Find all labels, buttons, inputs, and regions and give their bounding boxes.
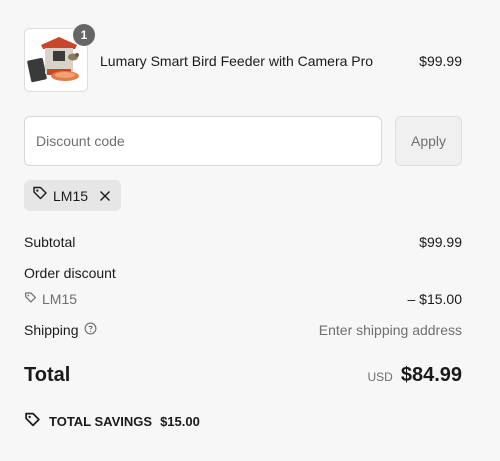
discount-code-input[interactable] [24,116,382,166]
line-item: 1 Lumary Smart Bird Feeder with Camera P… [24,24,462,92]
savings-label: TOTAL SAVINGS [49,413,153,429]
tag-icon [24,291,37,307]
apply-button[interactable]: Apply [395,116,462,166]
applied-discount-chip: LM15 [24,180,121,211]
quantity-badge: 1 [73,24,95,46]
total-label: Total [24,364,71,386]
shipping-row: Shipping Enter shipping address [24,322,462,338]
product-thumbnail: 1 [24,24,95,92]
discount-code-label: LM15 [42,291,78,307]
discount-value: – $15.00 [407,291,463,307]
tag-icon [24,411,41,431]
tag-icon [32,185,48,206]
subtotal-row: Subtotal $99.99 [24,234,462,250]
discount-detail-row: LM15 – $15.00 [24,291,462,307]
total-savings-row: TOTAL SAVINGS $15.00 [24,411,462,431]
total-amount: $84.99 [400,364,462,386]
subtotal-label: Subtotal [24,234,76,250]
order-discount-label: Order discount [24,265,116,281]
shipping-value: Enter shipping address [318,322,462,338]
close-icon[interactable] [99,190,111,202]
order-discount-row: Order discount [24,265,462,281]
subtotal-value: $99.99 [419,234,462,250]
question-circle-icon[interactable] [84,322,97,338]
shipping-label: Shipping [24,322,79,338]
product-name: Lumary Smart Bird Feeder with Camera Pro [100,53,374,69]
savings-value: $15.00 [160,413,200,429]
product-price: $99.99 [419,53,462,69]
order-summary: 1 Lumary Smart Bird Feeder with Camera P… [0,0,500,461]
currency-code: USD [367,370,393,384]
applied-code: LM15 [53,187,89,204]
total-row: Total USD $84.99 [24,364,462,387]
